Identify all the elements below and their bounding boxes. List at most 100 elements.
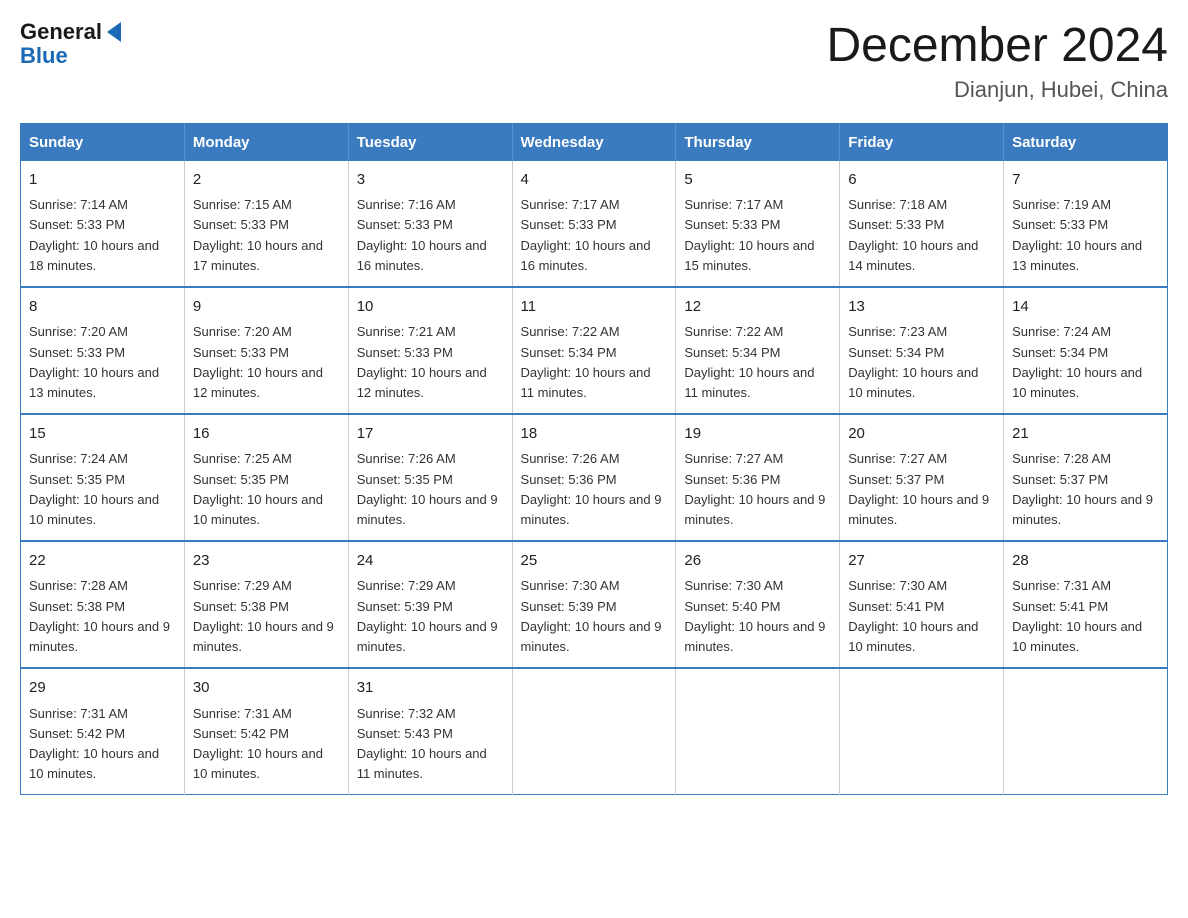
calendar-cell: 20 Sunrise: 7:27 AMSunset: 5:37 PMDayligh… xyxy=(840,414,1004,541)
header-sunday: Sunday xyxy=(21,123,185,161)
day-number: 10 xyxy=(357,296,504,319)
calendar-cell: 11Sunrise: 7:22 AMSunset: 5:34 PMDayligh… xyxy=(512,287,676,414)
day-info: Sunrise: 7:31 AMSunset: 5:42 PMDaylight:… xyxy=(29,706,159,781)
calendar-cell: 1Sunrise: 7:14 AMSunset: 5:33 PMDaylight… xyxy=(21,161,185,287)
day-number: 23 xyxy=(193,550,340,573)
logo-triangle-icon xyxy=(107,22,121,42)
day-info: Sunrise: 7:26 AMSunset: 5:35 PMDaylight:… xyxy=(357,451,498,526)
day-number: 27 xyxy=(848,550,995,573)
calendar-week-row: 8 Sunrise: 7:20 AMSunset: 5:33 PMDaylight… xyxy=(21,287,1168,414)
day-info: Sunrise: 7:29 AMSunset: 5:39 PMDaylight:… xyxy=(357,578,498,653)
day-info: Sunrise: 7:26 AMSunset: 5:36 PMDaylight:… xyxy=(521,451,662,526)
day-info: Sunrise: 7:30 AMSunset: 5:41 PMDaylight:… xyxy=(848,578,978,653)
calendar-cell xyxy=(512,668,676,795)
day-number: 4 xyxy=(521,169,668,192)
day-number: 30 xyxy=(193,677,340,700)
day-number: 19 xyxy=(684,423,831,446)
calendar-cell: 21Sunrise: 7:28 AMSunset: 5:37 PMDayligh… xyxy=(1004,414,1168,541)
day-number: 15 xyxy=(29,423,176,446)
day-number: 25 xyxy=(521,550,668,573)
day-info: Sunrise: 7:23 AMSunset: 5:34 PMDaylight:… xyxy=(848,324,978,399)
calendar-cell: 27 Sunrise: 7:30 AMSunset: 5:41 PMDayligh… xyxy=(840,541,1004,668)
location-title: Dianjun, Hubei, China xyxy=(826,77,1168,103)
day-number: 20 xyxy=(848,423,995,446)
header-saturday: Saturday xyxy=(1004,123,1168,161)
calendar-cell: 10Sunrise: 7:21 AMSunset: 5:33 PMDayligh… xyxy=(348,287,512,414)
day-info: Sunrise: 7:27 AMSunset: 5:37 PMDaylight:… xyxy=(848,451,989,526)
calendar-cell: 2 Sunrise: 7:15 AMSunset: 5:33 PMDaylight… xyxy=(184,161,348,287)
day-number: 21 xyxy=(1012,423,1159,446)
calendar-week-row: 1Sunrise: 7:14 AMSunset: 5:33 PMDaylight… xyxy=(21,161,1168,287)
day-info: Sunrise: 7:20 AMSunset: 5:33 PMDaylight:… xyxy=(29,324,159,399)
day-number: 1 xyxy=(29,169,176,192)
day-info: Sunrise: 7:27 AMSunset: 5:36 PMDaylight:… xyxy=(684,451,825,526)
calendar-cell xyxy=(676,668,840,795)
day-number: 28 xyxy=(1012,550,1159,573)
logo-general-text: General xyxy=(20,20,102,44)
calendar-cell: 8 Sunrise: 7:20 AMSunset: 5:33 PMDaylight… xyxy=(21,287,185,414)
header-wednesday: Wednesday xyxy=(512,123,676,161)
calendar-cell: 4 Sunrise: 7:17 AMSunset: 5:33 PMDaylight… xyxy=(512,161,676,287)
day-number: 26 xyxy=(684,550,831,573)
calendar-cell: 29 Sunrise: 7:31 AMSunset: 5:42 PMDayligh… xyxy=(21,668,185,795)
day-info: Sunrise: 7:31 AMSunset: 5:41 PMDaylight:… xyxy=(1012,578,1142,653)
day-number: 8 xyxy=(29,296,176,319)
page-header: General Blue December 2024 Dianjun, Hube… xyxy=(20,20,1168,103)
calendar-cell: 23 Sunrise: 7:29 AMSunset: 5:38 PMDayligh… xyxy=(184,541,348,668)
day-info: Sunrise: 7:31 AMSunset: 5:42 PMDaylight:… xyxy=(193,706,323,781)
calendar-header-row: SundayMondayTuesdayWednesdayThursdayFrid… xyxy=(21,123,1168,161)
header-tuesday: Tuesday xyxy=(348,123,512,161)
day-number: 13 xyxy=(848,296,995,319)
calendar-cell: 9 Sunrise: 7:20 AMSunset: 5:33 PMDaylight… xyxy=(184,287,348,414)
calendar-cell: 25 Sunrise: 7:30 AMSunset: 5:39 PMDayligh… xyxy=(512,541,676,668)
calendar-cell: 3Sunrise: 7:16 AMSunset: 5:33 PMDaylight… xyxy=(348,161,512,287)
calendar-week-row: 15 Sunrise: 7:24 AMSunset: 5:35 PMDayligh… xyxy=(21,414,1168,541)
calendar-cell: 15 Sunrise: 7:24 AMSunset: 5:35 PMDayligh… xyxy=(21,414,185,541)
calendar-cell xyxy=(1004,668,1168,795)
calendar-cell: 7 Sunrise: 7:19 AMSunset: 5:33 PMDaylight… xyxy=(1004,161,1168,287)
logo: General Blue xyxy=(20,20,124,68)
day-info: Sunrise: 7:30 AMSunset: 5:40 PMDaylight:… xyxy=(684,578,825,653)
day-number: 7 xyxy=(1012,169,1159,192)
day-number: 31 xyxy=(357,677,504,700)
day-info: Sunrise: 7:15 AMSunset: 5:33 PMDaylight:… xyxy=(193,197,323,272)
calendar-cell: 31 Sunrise: 7:32 AMSunset: 5:43 PMDayligh… xyxy=(348,668,512,795)
day-info: Sunrise: 7:25 AMSunset: 5:35 PMDaylight:… xyxy=(193,451,323,526)
calendar-week-row: 29 Sunrise: 7:31 AMSunset: 5:42 PMDayligh… xyxy=(21,668,1168,795)
calendar-cell: 19 Sunrise: 7:27 AMSunset: 5:36 PMDayligh… xyxy=(676,414,840,541)
header-thursday: Thursday xyxy=(676,123,840,161)
day-number: 29 xyxy=(29,677,176,700)
month-title: December 2024 xyxy=(826,20,1168,73)
calendar-cell: 12Sunrise: 7:22 AMSunset: 5:34 PMDayligh… xyxy=(676,287,840,414)
day-info: Sunrise: 7:30 AMSunset: 5:39 PMDaylight:… xyxy=(521,578,662,653)
day-info: Sunrise: 7:19 AMSunset: 5:33 PMDaylight:… xyxy=(1012,197,1142,272)
calendar-cell: 14Sunrise: 7:24 AMSunset: 5:34 PMDayligh… xyxy=(1004,287,1168,414)
logo-blue-text: Blue xyxy=(20,44,68,68)
day-info: Sunrise: 7:24 AMSunset: 5:35 PMDaylight:… xyxy=(29,451,159,526)
calendar-cell: 28 Sunrise: 7:31 AMSunset: 5:41 PMDayligh… xyxy=(1004,541,1168,668)
day-number: 2 xyxy=(193,169,340,192)
calendar-cell: 13 Sunrise: 7:23 AMSunset: 5:34 PMDayligh… xyxy=(840,287,1004,414)
header-monday: Monday xyxy=(184,123,348,161)
calendar-cell: 17 Sunrise: 7:26 AMSunset: 5:35 PMDayligh… xyxy=(348,414,512,541)
day-info: Sunrise: 7:22 AMSunset: 5:34 PMDaylight:… xyxy=(684,324,814,399)
calendar-cell: 5Sunrise: 7:17 AMSunset: 5:33 PMDaylight… xyxy=(676,161,840,287)
day-number: 6 xyxy=(848,169,995,192)
day-info: Sunrise: 7:29 AMSunset: 5:38 PMDaylight:… xyxy=(193,578,334,653)
day-number: 14 xyxy=(1012,296,1159,319)
calendar-cell: 16 Sunrise: 7:25 AMSunset: 5:35 PMDayligh… xyxy=(184,414,348,541)
day-number: 17 xyxy=(357,423,504,446)
calendar-cell: 24Sunrise: 7:29 AMSunset: 5:39 PMDayligh… xyxy=(348,541,512,668)
title-block: December 2024 Dianjun, Hubei, China xyxy=(826,20,1168,103)
calendar-cell: 30 Sunrise: 7:31 AMSunset: 5:42 PMDayligh… xyxy=(184,668,348,795)
day-info: Sunrise: 7:20 AMSunset: 5:33 PMDaylight:… xyxy=(193,324,323,399)
day-number: 9 xyxy=(193,296,340,319)
day-info: Sunrise: 7:32 AMSunset: 5:43 PMDaylight:… xyxy=(357,706,487,781)
day-number: 16 xyxy=(193,423,340,446)
calendar-cell: 22Sunrise: 7:28 AMSunset: 5:38 PMDayligh… xyxy=(21,541,185,668)
day-number: 18 xyxy=(521,423,668,446)
day-info: Sunrise: 7:17 AMSunset: 5:33 PMDaylight:… xyxy=(521,197,651,272)
day-number: 3 xyxy=(357,169,504,192)
day-info: Sunrise: 7:18 AMSunset: 5:33 PMDaylight:… xyxy=(848,197,978,272)
calendar-table: SundayMondayTuesdayWednesdayThursdayFrid… xyxy=(20,123,1168,795)
